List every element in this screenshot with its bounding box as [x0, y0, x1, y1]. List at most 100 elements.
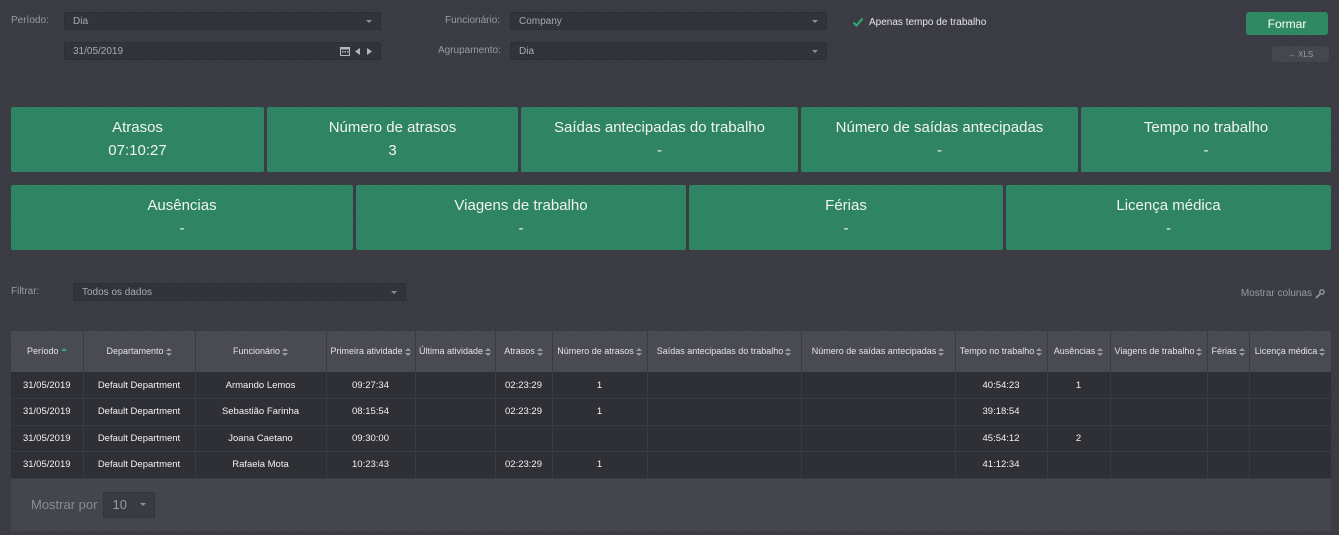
card-value: - [657, 142, 662, 159]
column-header[interactable]: Funcionário [195, 331, 327, 372]
table-cell: 39:18:54 [955, 398, 1048, 426]
chevron-down-icon [366, 19, 372, 23]
filtrar-select-value: Todos os dados [82, 286, 153, 298]
table-cell: 02:23:29 [495, 398, 553, 426]
column-header[interactable]: Atrasos [495, 331, 553, 372]
next-arrow-icon[interactable] [366, 47, 372, 55]
card-title: Viagens de trabalho [454, 197, 588, 214]
prev-arrow-icon[interactable] [355, 47, 361, 55]
column-header[interactable]: Última atividade [415, 331, 496, 372]
page-size-select[interactable]: 10 [103, 491, 156, 518]
column-header[interactable]: Ausências [1047, 331, 1111, 372]
card-title: Número de atrasos [328, 119, 457, 136]
table-cell [1110, 398, 1208, 426]
table-cell: 2 [1047, 425, 1111, 452]
check-icon [852, 17, 864, 27]
table-cell: 1 [552, 372, 648, 399]
sort-icon [1196, 347, 1203, 357]
sort-icon [485, 347, 492, 357]
column-header[interactable]: Saídas antecipadas do trabalho [647, 331, 802, 372]
card-atrasos: Atrasos 07:10:27 [11, 107, 264, 172]
card-value: 3 [388, 142, 397, 159]
column-header[interactable]: Primeira atividade [326, 331, 416, 372]
sort-icon [1097, 347, 1104, 357]
agrupamento-select[interactable]: Dia [510, 42, 827, 60]
table-footer: Mostrar por 10 [11, 478, 1331, 531]
calendar-icon[interactable] [340, 46, 350, 56]
funcionario-select[interactable]: Company [510, 12, 827, 30]
sort-icon [785, 347, 792, 357]
table-row: 31/05/2019 Default Department Sebastião Fa… [11, 398, 1332, 426]
funcionario-label: Funcionário: [445, 15, 501, 26]
table-cell: Sebastião Farinha [195, 398, 327, 426]
periodo-select[interactable]: Dia [64, 12, 381, 30]
table-row: 31/05/2019 Default Department Rafaela Mota… [11, 451, 1332, 479]
apenas-label: Apenas tempo de trabalho [869, 16, 987, 28]
column-header[interactable]: Licença médica [1249, 331, 1332, 372]
card-value: - [179, 220, 185, 237]
column-header-label: Viagens de trabalho [1114, 346, 1195, 357]
table-cell [647, 398, 802, 426]
table-cell [415, 398, 496, 426]
agrupamento-select-value: Dia [519, 45, 535, 57]
column-header-label: Última atividade [418, 346, 484, 357]
table-row: 31/05/2019 Default Department Armando Lemo… [11, 372, 1332, 399]
report-table: Período Departamento Funcionário Primeira a… [11, 331, 1332, 479]
funcionario-select-value: Company [519, 15, 562, 27]
chevron-down-icon [140, 503, 147, 506]
card-title: Atrasos [112, 119, 163, 136]
card-saidas-antecipadas: Saídas antecipadas do trabalho - [521, 107, 798, 172]
filtrar-select[interactable]: Todos os dados [73, 283, 406, 301]
table-cell [1047, 451, 1111, 479]
table-header-row: Período Departamento Funcionário Primeira a… [11, 331, 1332, 372]
table-cell [495, 425, 553, 452]
mostrar-colunas-label: Mostrar colunas [1240, 288, 1312, 299]
sort-icon [282, 347, 289, 357]
table-cell [647, 451, 802, 479]
xls-export-button[interactable]: → XLS [1272, 46, 1329, 62]
table-cell: 31/05/2019 [11, 451, 84, 479]
table-cell [801, 451, 956, 479]
table-cell [1047, 398, 1111, 426]
table-cell: 31/05/2019 [11, 425, 84, 452]
column-header[interactable]: Férias [1207, 331, 1250, 372]
table-cell [1207, 398, 1250, 426]
table-cell: 41:12:34 [955, 451, 1048, 479]
card-value: - [1166, 220, 1171, 237]
column-header-label: Ausências [1053, 346, 1096, 357]
card-title: Férias [825, 197, 867, 214]
column-header[interactable]: Número de atrasos [552, 331, 648, 372]
card-numero-saidas: Número de saídas antecipadas - [801, 107, 1078, 172]
mostrar-colunas-button[interactable]: Mostrar colunas [1241, 288, 1325, 299]
card-ausencias: Ausências - [11, 185, 353, 250]
column-header-label: Departamento [106, 346, 164, 357]
table-cell [415, 451, 496, 479]
table-cell [801, 398, 956, 426]
sort-icon [938, 347, 945, 357]
card-title: Saídas antecipadas do trabalho [554, 119, 765, 136]
sort-icon [1036, 347, 1043, 357]
table-cell: 10:23:43 [326, 451, 416, 479]
table-cell [552, 425, 648, 452]
table-cell [801, 372, 956, 399]
date-input[interactable]: 31/05/2019 [64, 42, 381, 60]
card-value: - [937, 142, 942, 159]
table-cell: 09:30:00 [326, 425, 416, 452]
column-header[interactable]: Tempo no trabalho [955, 331, 1048, 372]
table-cell: 1 [552, 451, 648, 479]
column-header[interactable]: Período [11, 331, 84, 372]
sort-icon [165, 347, 172, 357]
column-header[interactable]: Número de saídas antecipadas [801, 331, 956, 372]
table-cell: 09:27:34 [326, 372, 416, 399]
sort-icon [404, 347, 411, 357]
table-cell [647, 425, 802, 452]
date-controls [340, 46, 372, 56]
column-header[interactable]: Viagens de trabalho [1110, 331, 1208, 372]
formar-button[interactable]: Formar [1246, 12, 1328, 35]
apenas-checkbox[interactable]: Apenas tempo de trabalho [852, 16, 986, 28]
table-cell: Joana Caetano [195, 425, 327, 452]
table-cell [1249, 398, 1332, 426]
page-size-value: 10 [112, 497, 127, 512]
column-header[interactable]: Departamento [83, 331, 196, 372]
column-header-label: Funcionário [232, 346, 281, 357]
